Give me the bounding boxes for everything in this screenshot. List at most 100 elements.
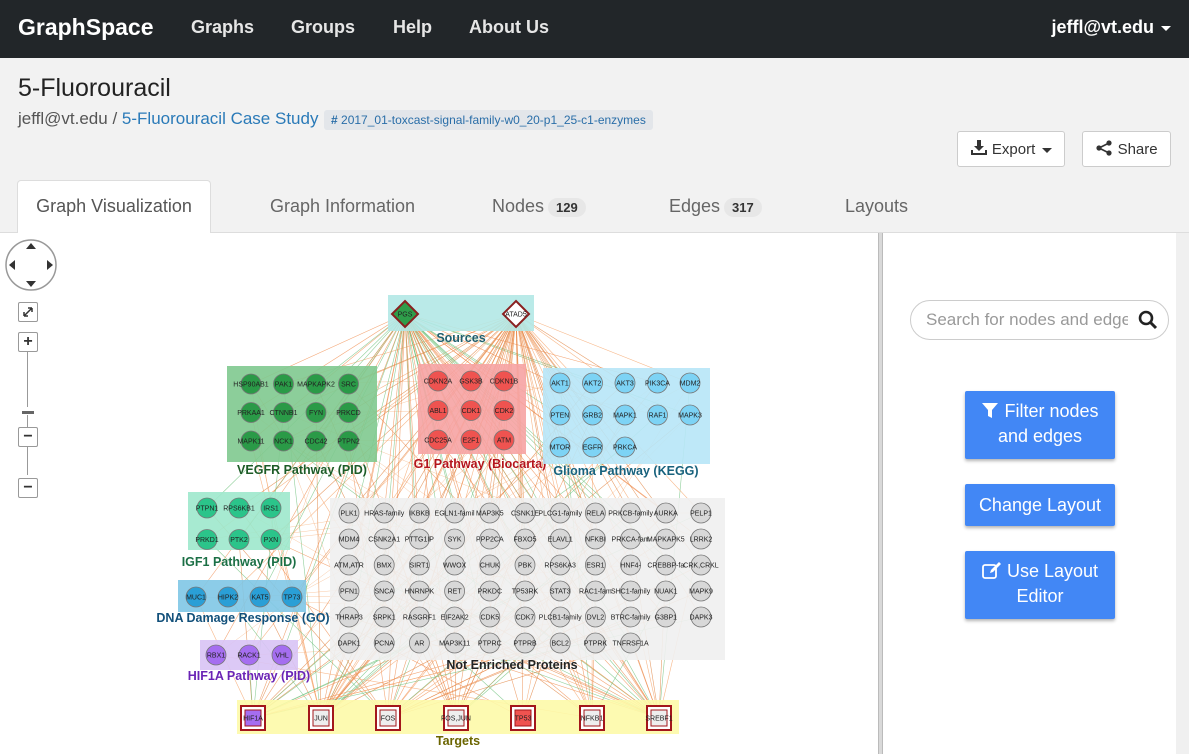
graph-node-nfkbi[interactable]: NFKBI: [585, 528, 606, 550]
graph-node-rela[interactable]: RELA: [585, 502, 606, 524]
zoom-in-button[interactable]: +: [18, 332, 38, 352]
graph-node-kat5[interactable]: KAT5: [249, 586, 271, 608]
pan-control[interactable]: [4, 238, 58, 292]
search-icon[interactable]: [1138, 310, 1158, 330]
graph-node-stat3[interactable]: STAT3: [549, 580, 571, 602]
node-edge-search-input[interactable]: [910, 300, 1169, 340]
change-layout-button[interactable]: Change Layout: [965, 484, 1115, 526]
target-node-fos[interactable]: FOS: [375, 705, 401, 731]
target-node-hif1a[interactable]: HIF1A: [240, 705, 266, 731]
graph-node-raf1[interactable]: RAF1: [647, 404, 668, 426]
expand-icon: [23, 307, 33, 317]
graph-node-akt2[interactable]: AKT2: [582, 372, 603, 394]
tab-edges[interactable]: Edges 317: [669, 196, 762, 217]
node-label: PRKCB-family: [608, 511, 653, 518]
user-menu[interactable]: jeffl@vt.edu: [1051, 17, 1171, 38]
graph-node-plk1[interactable]: PLK1: [338, 502, 360, 524]
graph-node-pbk[interactable]: PBK: [514, 554, 536, 576]
graph-node-hipk2[interactable]: HIPK2: [217, 586, 239, 608]
user-email: jeffl@vt.edu: [1051, 17, 1154, 37]
graph-node-ikbkb[interactable]: IKBKB: [408, 502, 430, 524]
graph-node-grb2[interactable]: GRB2: [582, 404, 603, 426]
graph-node-akt3[interactable]: AKT3: [614, 372, 636, 394]
graph-node-pxn[interactable]: PXN: [260, 529, 282, 550]
target-node-nfkb1[interactable]: NFKB1: [579, 705, 605, 731]
target-node-tp53[interactable]: TP53: [510, 705, 536, 731]
graph-node-mdm4[interactable]: MDM4: [338, 528, 360, 550]
graph-node-snca[interactable]: SNCA: [373, 580, 395, 602]
node-label: CDC42: [305, 439, 328, 446]
graph-node-pten[interactable]: PTEN: [549, 404, 571, 426]
breadcrumb-group-link[interactable]: 5-Fluorouracil Case Study: [122, 109, 319, 128]
nav-groups[interactable]: Groups: [291, 17, 355, 38]
fit-screen-button[interactable]: [18, 302, 38, 322]
graph-node-esr1[interactable]: ESR1: [585, 554, 606, 576]
nav-about-us[interactable]: About Us: [469, 17, 549, 38]
graph-node-irs1[interactable]: IRS1: [260, 497, 282, 519]
target-node-fos-jun[interactable]: FOS,JUN: [441, 705, 471, 731]
graph-tag[interactable]: # 2017_01-toxcast-signal-family-w0_20-p1…: [324, 110, 653, 130]
graph-node-egfr[interactable]: EGFR: [582, 436, 603, 458]
graph-node-mtor[interactable]: MTOR: [549, 436, 571, 458]
node-label: MAPKAPK5: [647, 537, 685, 544]
node-label: AKT1: [551, 381, 569, 388]
graph-node-abl1[interactable]: ABL1: [427, 400, 449, 421]
graph-node-cdk7[interactable]: CDK7: [514, 606, 536, 628]
graph-node-pfn1[interactable]: PFN1: [338, 580, 360, 602]
graph-node-akt1[interactable]: AKT1: [549, 372, 571, 394]
node-label: RASGRF1: [403, 615, 436, 622]
graph-node-cdk1[interactable]: CDK1: [460, 400, 482, 421]
graph-node-ar[interactable]: AR: [408, 632, 430, 654]
graph-node-cdk2[interactable]: CDK2: [493, 400, 515, 421]
node-label: PIK3CA: [645, 381, 670, 388]
zoom-step-out-button[interactable]: −: [18, 427, 38, 447]
graph-node-pcna[interactable]: PCNA: [373, 632, 395, 654]
graph-node-dvl2[interactable]: DVL2: [585, 606, 606, 628]
graph-node-bmx[interactable]: BMX: [373, 554, 395, 576]
node-label: PTEN: [551, 413, 570, 420]
tab-edges-label: Edges: [669, 196, 721, 216]
export-button[interactable]: Export: [957, 131, 1065, 167]
use-layout-editor-button[interactable]: Use Layout Editor: [965, 551, 1115, 619]
tab-layouts[interactable]: Layouts: [845, 196, 908, 217]
tab-graph-information[interactable]: Graph Information: [270, 196, 415, 217]
graph-node-vhl[interactable]: VHL: [271, 644, 293, 666]
graph-node-syk[interactable]: SYK: [444, 528, 466, 550]
graph-canvas[interactable]: Sources VEGFR Pathway (PID) G1 Pathway (Bi…: [0, 233, 880, 754]
graph-node-mdm2[interactable]: MDM2: [679, 372, 701, 394]
graph-node-rbx1[interactable]: RBX1: [205, 644, 227, 666]
node-label: BCL2: [551, 641, 569, 648]
share-button[interactable]: Share: [1082, 131, 1171, 167]
tab-nodes[interactable]: Nodes 129: [492, 196, 586, 217]
zoom-slider-handle[interactable]: [22, 411, 34, 414]
graph-node-pak1[interactable]: PAK1: [273, 373, 294, 395]
filter-nodes-edges-button[interactable]: Filter nodes and edges: [965, 391, 1115, 459]
graph-node-tp73[interactable]: TP73: [281, 586, 303, 608]
graph-node-chuk[interactable]: CHUK: [479, 554, 501, 576]
target-node-jun[interactable]: JUN: [308, 705, 334, 731]
filter-label-line2: and edges: [997, 426, 1083, 446]
graph-node-ret[interactable]: RET: [444, 580, 466, 602]
graph-node-ptk2[interactable]: PTK2: [228, 529, 250, 550]
graph-node-e2f1[interactable]: E2F1: [460, 429, 482, 451]
graph-node-cdk5[interactable]: CDK5: [479, 606, 501, 628]
graph-node-nck1[interactable]: NCK1: [273, 430, 294, 452]
edit-icon: [982, 562, 1001, 579]
nav-help[interactable]: Help: [393, 17, 432, 38]
sidebar-scrollbar[interactable]: [1176, 233, 1189, 754]
graph-tag-label: 2017_01-toxcast-signal-family-w0_20-p1_2…: [341, 113, 646, 127]
zoom-out-button[interactable]: −: [18, 478, 38, 498]
target-node-srebf1[interactable]: SREBF1: [645, 705, 673, 731]
graph-node-muc1[interactable]: MUC1: [185, 586, 207, 608]
graph-node-src[interactable]: SRC: [338, 373, 359, 395]
brand-logo[interactable]: GraphSpace: [18, 14, 154, 41]
tab-graph-visualization[interactable]: Graph Visualization: [17, 180, 211, 233]
graph-node-fyn[interactable]: FYN: [305, 402, 327, 423]
zoom-slider-track[interactable]: [27, 352, 28, 407]
graph-node-atm[interactable]: ATM: [493, 429, 515, 451]
graph-node-bcl2[interactable]: BCL2: [549, 632, 571, 654]
graph-network[interactable]: Sources VEGFR Pathway (PID) G1 Pathway (Bi…: [0, 233, 880, 754]
breadcrumb-owner[interactable]: jeffl@vt.edu: [18, 109, 108, 128]
graph-node-sirt1[interactable]: SIRT1: [408, 554, 430, 576]
nav-graphs[interactable]: Graphs: [191, 17, 254, 38]
